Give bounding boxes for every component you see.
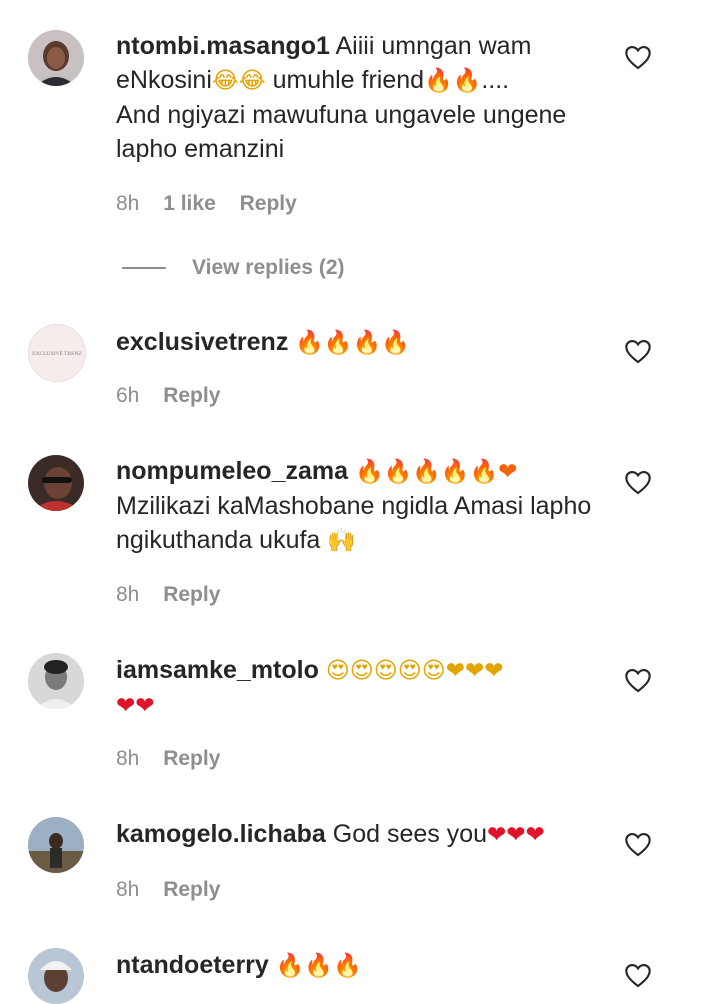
comment-text: ntandoeterry 🔥🔥🔥 — [116, 948, 606, 983]
red-heart-emoji-icon: ❤❤❤ — [487, 822, 545, 848]
comment-username[interactable]: ntandoeterry — [116, 951, 269, 979]
heart-eyes-emoji-icon: 😍😍😍😍😍❤❤❤ — [325, 658, 504, 684]
fire-emoji-icon: 🔥🔥🔥🔥🔥❤ — [354, 459, 518, 485]
reply-button[interactable]: Reply — [163, 878, 220, 901]
avatar[interactable]: EXCLUSIVE TRENZ — [28, 324, 86, 382]
comment-time: 8h — [116, 192, 140, 215]
fire-emoji-icon: 🔥🔥🔥🔥 — [295, 330, 410, 356]
comment-username[interactable]: kamogelo.lichaba — [116, 820, 326, 848]
comment-username[interactable]: iamsamke_mtolo — [116, 656, 319, 684]
comment-meta: 8h 1 like Reply — [116, 192, 315, 216]
comment-text: iamsamke_mtolo 😍😍😍😍😍❤❤❤ ❤❤ — [116, 653, 606, 723]
comment-time: 6h — [116, 384, 140, 407]
comment-time: 8h — [116, 747, 140, 770]
avatar-logo-text: EXCLUSIVE TRENZ — [32, 351, 82, 357]
comment-username[interactable]: nompumeleo_zama — [116, 457, 348, 485]
raising-hands-emoji-icon: 🙌 — [327, 528, 356, 554]
comment-username[interactable]: ntombi.masango1 — [116, 32, 330, 60]
reply-button[interactable]: Reply — [240, 192, 297, 215]
comment-time: 8h — [116, 583, 140, 606]
avatar[interactable] — [28, 948, 84, 1004]
avatar[interactable] — [28, 30, 84, 86]
divider — [122, 267, 166, 269]
fire-emoji-icon: 🔥🔥🔥 — [275, 953, 362, 979]
like-heart-icon[interactable] — [624, 44, 652, 70]
like-heart-icon[interactable] — [624, 831, 652, 857]
comment-meta: 8h Reply — [116, 583, 238, 607]
like-heart-icon[interactable] — [624, 469, 652, 495]
reply-button[interactable]: Reply — [163, 747, 220, 770]
avatar[interactable] — [28, 653, 84, 709]
like-heart-icon[interactable] — [624, 338, 652, 364]
view-replies-button[interactable]: View replies (2) — [122, 255, 345, 281]
avatar[interactable] — [28, 455, 84, 511]
comment-meta: 8h Reply — [116, 747, 238, 771]
like-heart-icon[interactable] — [624, 667, 652, 693]
comment-username[interactable]: exclusivetrenz — [116, 328, 288, 356]
comment-text: ntombi.masango1 Aiiii umngan wam eNkosin… — [116, 32, 567, 163]
red-heart-emoji-icon: ❤❤ — [116, 693, 155, 719]
likes-count[interactable]: 1 like — [163, 192, 216, 215]
like-heart-icon[interactable] — [624, 962, 652, 988]
comment-meta: 8h Reply — [116, 878, 238, 902]
comment-text: exclusivetrenz 🔥🔥🔥🔥 — [116, 325, 606, 360]
reply-button[interactable]: Reply — [163, 583, 220, 606]
fire-emoji-icon: 🔥🔥 — [424, 68, 482, 94]
laughing-emoji-icon: 😂😂 — [211, 68, 266, 94]
comment-time: 8h — [116, 878, 140, 901]
avatar[interactable] — [28, 817, 84, 873]
reply-button[interactable]: Reply — [163, 384, 220, 407]
comment-text: nompumeleo_zama 🔥🔥🔥🔥🔥❤ Mzilikazi kaMasho… — [116, 457, 592, 554]
comment-meta: 6h Reply — [116, 384, 238, 408]
comment-text: kamogelo.lichaba God sees you❤❤❤ — [116, 820, 545, 848]
